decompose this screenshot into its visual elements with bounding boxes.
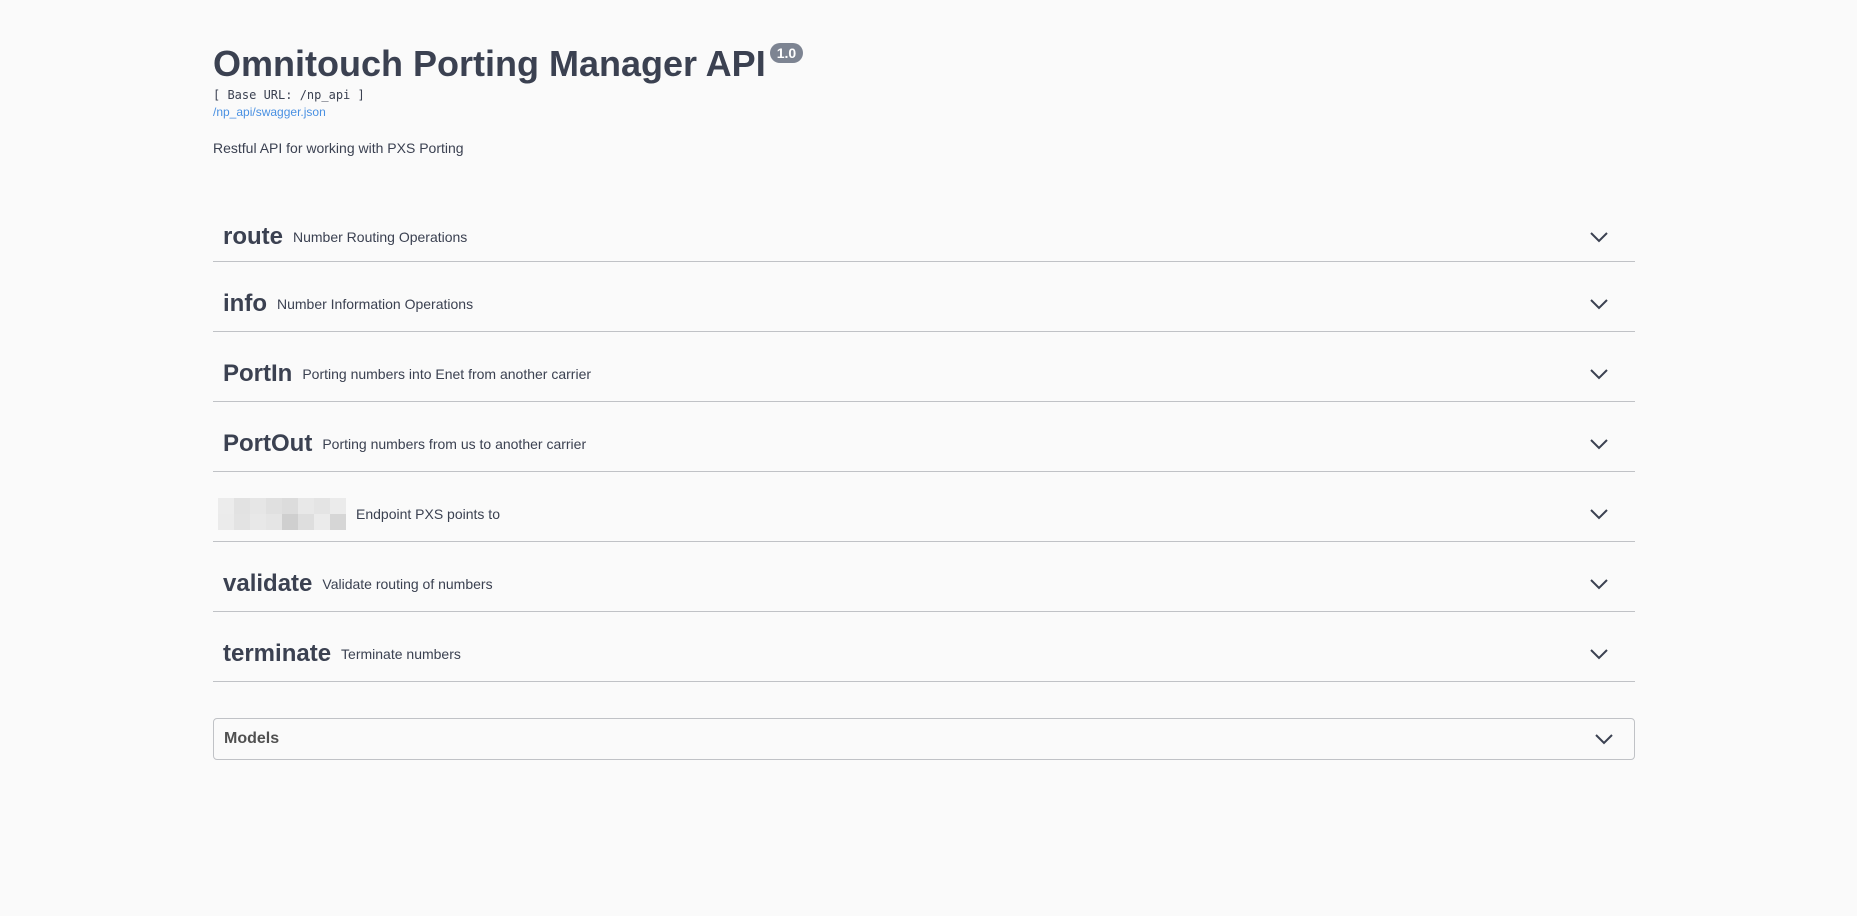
- tag-section-redacted[interactable]: Endpoint PXS points to: [213, 472, 1635, 542]
- title-row: Omnitouch Porting Manager API 1.0: [213, 40, 1635, 88]
- chevron-down-icon[interactable]: [1589, 294, 1609, 314]
- tag-description: Terminate numbers: [341, 645, 461, 662]
- tag-description: Number Information Operations: [276, 295, 474, 312]
- tag-list: route Number Routing Operations info Num…: [213, 199, 1635, 682]
- tag-description: Porting numbers into Enet from another c…: [302, 365, 592, 382]
- tag-name: validate: [223, 569, 313, 597]
- swagger-ui: Omnitouch Porting Manager API 1.0 [ Base…: [213, 0, 1635, 760]
- models-title: Models: [224, 730, 280, 747]
- tag-section-portin[interactable]: PortIn Porting numbers into Enet from an…: [213, 332, 1635, 402]
- api-info: Omnitouch Porting Manager API 1.0 [ Base…: [213, 0, 1635, 157]
- tag-name: PortOut: [223, 429, 313, 457]
- tag-description: Number Routing Operations: [293, 229, 468, 245]
- tag-section-info[interactable]: info Number Information Operations: [213, 262, 1635, 332]
- base-url: [ Base URL: /np_api ]: [213, 88, 365, 102]
- tag-section-route[interactable]: route Number Routing Operations: [213, 199, 1635, 262]
- chevron-down-icon[interactable]: [1589, 504, 1609, 524]
- swagger-json-link[interactable]: /np_api/swagger.json: [213, 103, 326, 121]
- tag-name: route: [223, 223, 283, 250]
- chevron-down-icon[interactable]: [1589, 434, 1609, 454]
- tag-name: PortIn: [223, 359, 293, 387]
- tag-name: terminate: [223, 639, 332, 667]
- api-title: Omnitouch Porting Manager API: [213, 43, 766, 84]
- tag-description: Validate routing of numbers: [322, 575, 493, 592]
- chevron-down-icon[interactable]: [1594, 729, 1614, 749]
- models-section[interactable]: Models: [213, 718, 1635, 760]
- chevron-down-icon[interactable]: [1589, 644, 1609, 664]
- chevron-down-icon[interactable]: [1589, 574, 1609, 594]
- api-description: Restful API for working with PXS Porting: [213, 140, 464, 156]
- tag-description: Endpoint PXS points to: [356, 505, 500, 522]
- tag-section-portout[interactable]: PortOut Porting numbers from us to anoth…: [213, 402, 1635, 472]
- tag-name: info: [223, 289, 267, 317]
- chevron-down-icon[interactable]: [1589, 364, 1609, 384]
- redacted-tag-name: [218, 497, 346, 530]
- tag-description: Porting numbers from us to another carri…: [322, 435, 587, 452]
- tag-section-validate[interactable]: validate Validate routing of numbers: [213, 542, 1635, 612]
- tag-section-terminate[interactable]: terminate Terminate numbers: [213, 612, 1635, 682]
- version-badge: 1.0: [769, 43, 804, 63]
- chevron-down-icon[interactable]: [1589, 227, 1609, 247]
